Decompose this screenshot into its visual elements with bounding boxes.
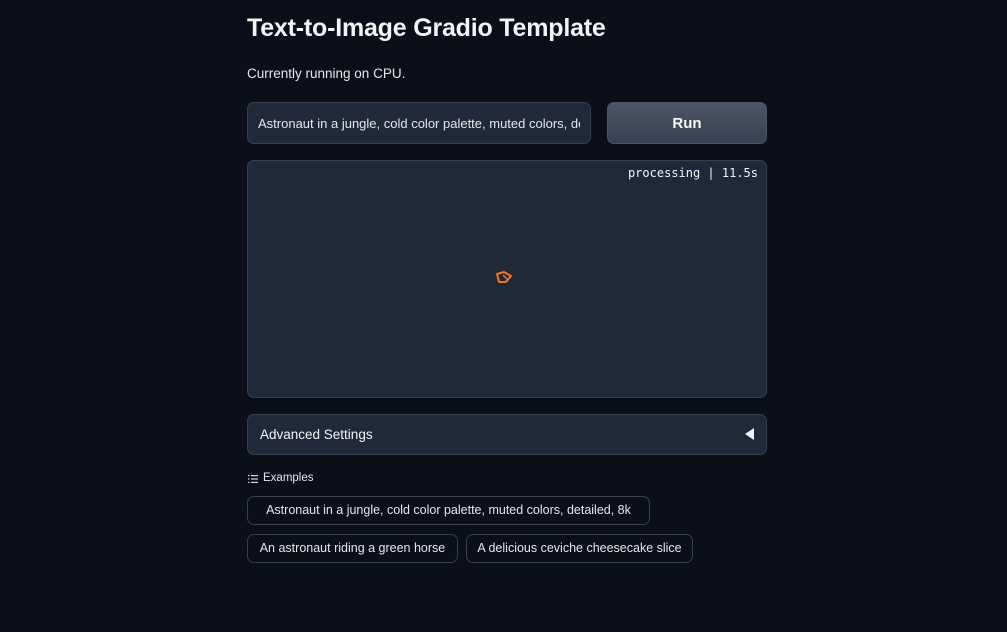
- example-button[interactable]: A delicious ceviche cheesecake slice: [466, 534, 693, 563]
- prompt-input[interactable]: [247, 102, 591, 144]
- example-button[interactable]: Astronaut in a jungle, cold color palett…: [247, 496, 650, 525]
- result-image-panel: processing | 11.5s: [247, 160, 767, 398]
- device-notice: Currently running on CPU.: [247, 66, 406, 81]
- page-title: Text-to-Image Gradio Template: [247, 14, 606, 42]
- list-icon: [248, 475, 258, 483]
- advanced-settings-label: Advanced Settings: [260, 427, 373, 442]
- examples-label: Examples: [263, 472, 314, 484]
- run-button[interactable]: Run: [607, 102, 767, 144]
- advanced-settings-accordion[interactable]: Advanced Settings: [247, 414, 767, 455]
- collapse-arrow-icon: [745, 428, 754, 440]
- loading-spinner-icon: [496, 271, 512, 283]
- processing-status: processing | 11.5s: [627, 166, 758, 180]
- example-button[interactable]: An astronaut riding a green horse: [247, 534, 458, 563]
